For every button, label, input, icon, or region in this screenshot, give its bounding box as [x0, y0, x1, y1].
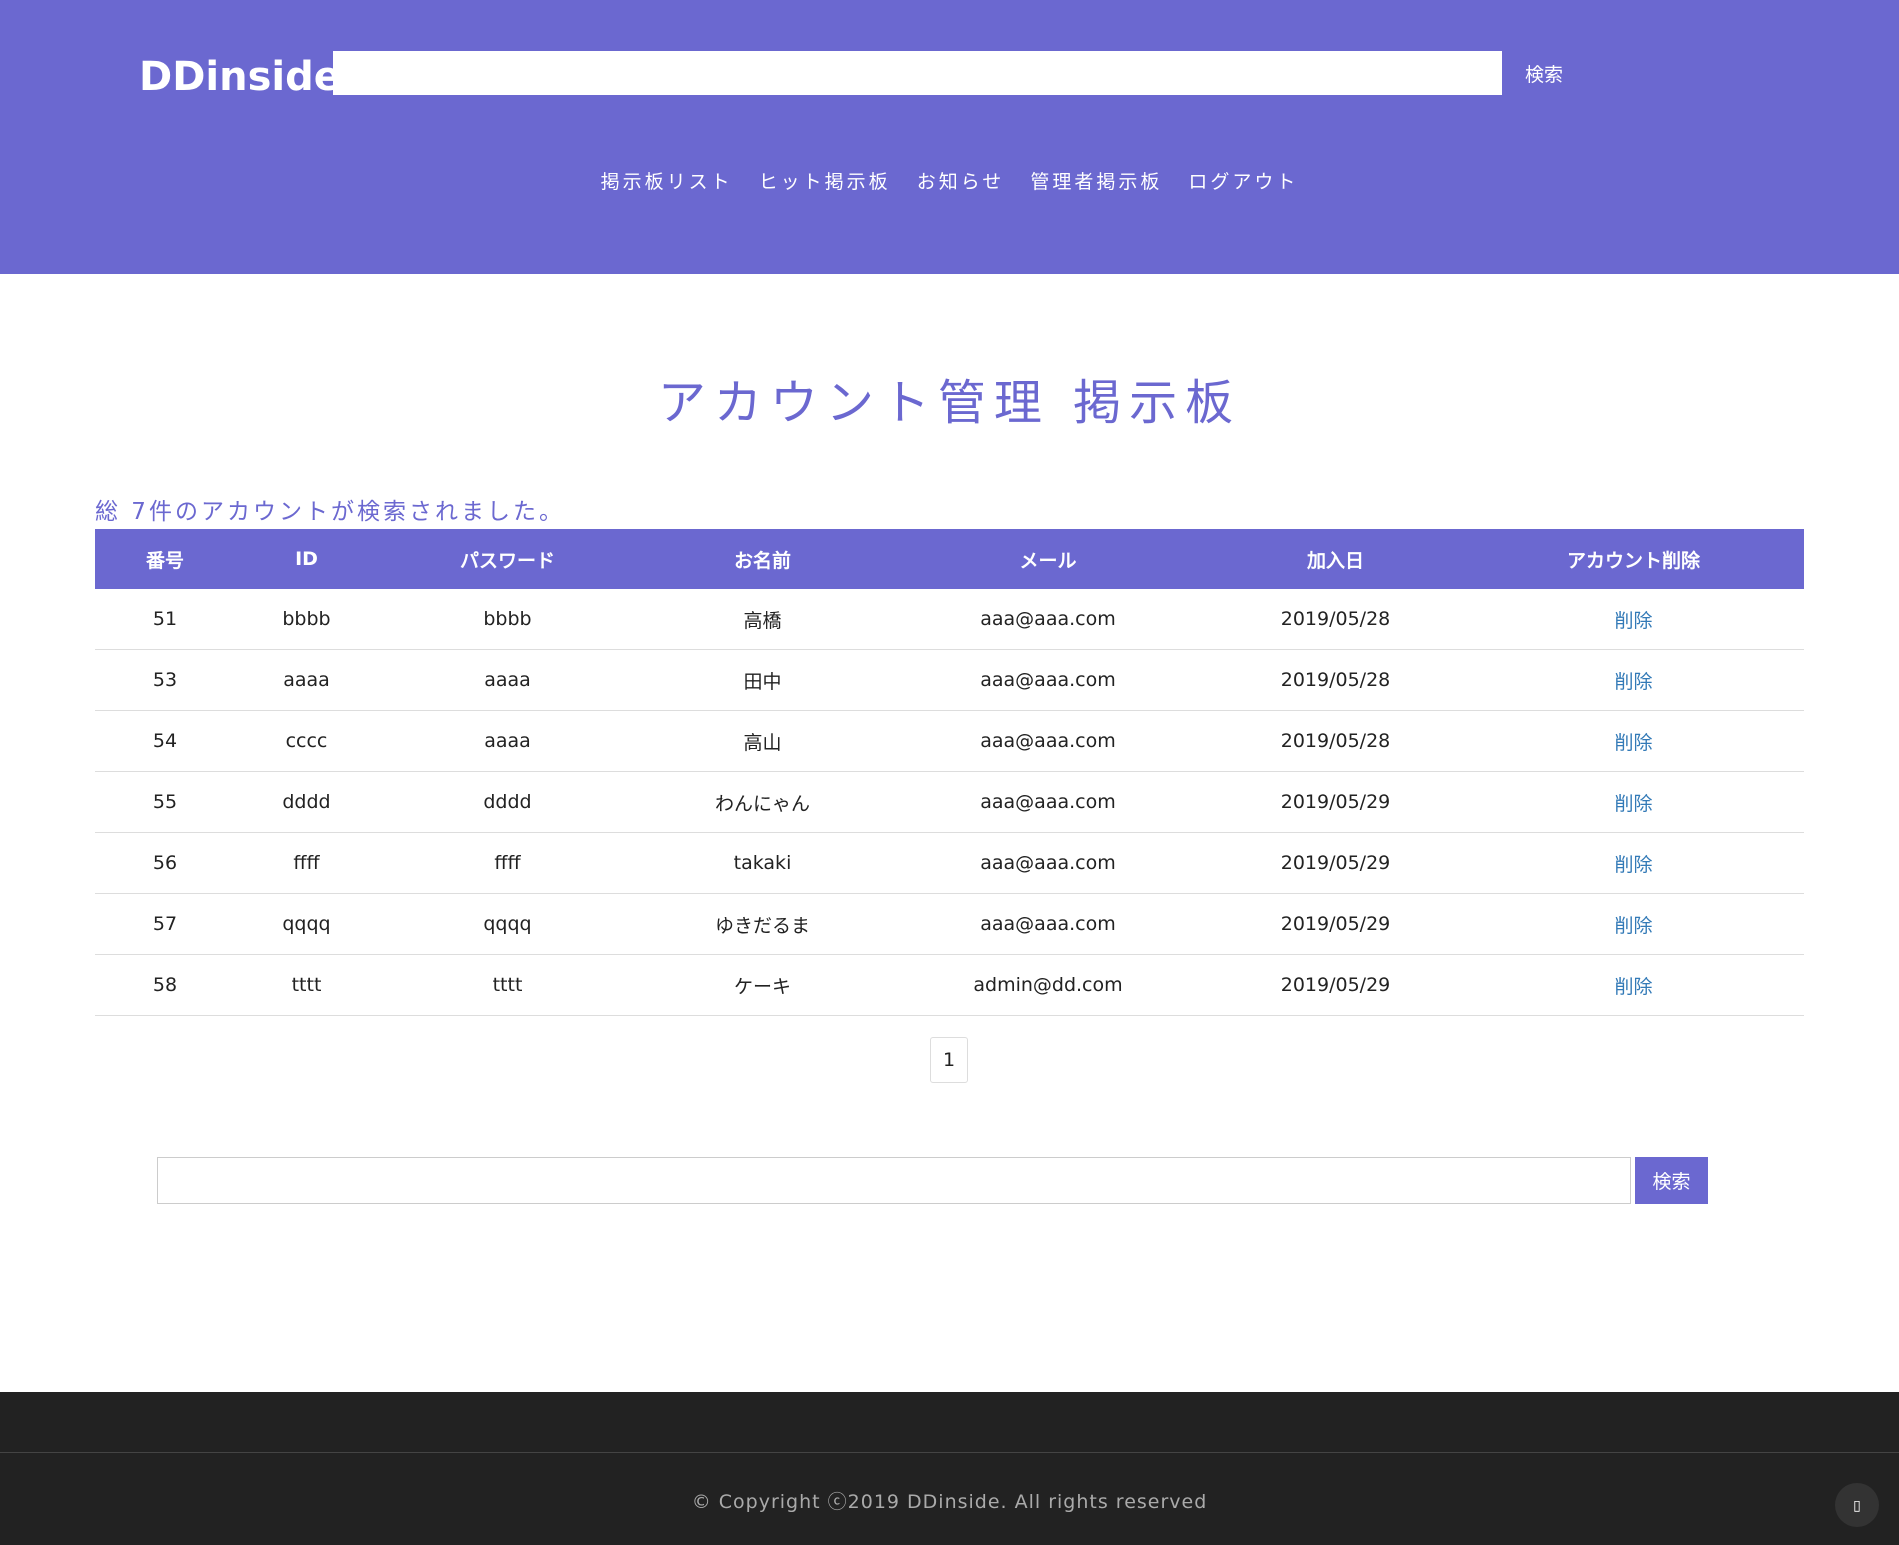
cell-email: aaa@aaa.com: [888, 649, 1208, 711]
cell-join-date: 2019/05/28: [1208, 710, 1463, 772]
cell-email: aaa@aaa.com: [888, 832, 1208, 894]
cell-password: qqqq: [378, 893, 637, 955]
cell-delete: 削除: [1463, 710, 1804, 772]
cell-password: tttt: [378, 954, 637, 1016]
bottom-search-input[interactable]: [157, 1157, 1631, 1204]
delete-link[interactable]: 削除: [1614, 793, 1652, 815]
cell-email: aaa@aaa.com: [888, 893, 1208, 955]
cell-id: dddd: [235, 771, 378, 833]
arrow-up-icon: ▯: [1853, 1497, 1861, 1513]
cell-delete: 削除: [1463, 954, 1804, 1016]
column-header-delete: アカウント削除: [1566, 549, 1700, 572]
cell-id: cccc: [235, 710, 378, 772]
cell-email: aaa@aaa.com: [888, 771, 1208, 833]
header: DDinside 検索 掲示板リスト ヒット掲示板 お知らせ 管理者掲示板 ログ…: [0, 0, 1899, 274]
cell-number: 54: [95, 710, 235, 772]
pagination-page-1[interactable]: 1: [930, 1037, 968, 1083]
scroll-top-button[interactable]: ▯: [1835, 1483, 1879, 1527]
cell-email: aaa@aaa.com: [888, 589, 1208, 650]
cell-delete: 削除: [1463, 832, 1804, 894]
cell-password: bbbb: [378, 589, 637, 650]
result-count: 総 7件のアカウントが検索されました。: [95, 499, 565, 525]
header-search-input[interactable]: [333, 51, 1502, 95]
nav-item: ヒット掲示板: [759, 166, 891, 198]
cell-name: ゆきだるま: [637, 893, 888, 955]
table-row: 54 cccc aaaa 高山 aaa@aaa.com 2019/05/28 削…: [95, 710, 1804, 772]
cell-name: わんにゃん: [637, 771, 888, 833]
cell-name: 高山: [637, 710, 888, 772]
table-header-row: 番号 ID パスワード お名前 メール 加入日 アカウント削除: [95, 529, 1804, 589]
page-title: アカウント管理 掲示板: [657, 375, 1242, 431]
cell-id: qqqq: [235, 893, 378, 955]
cell-email: aaa@aaa.com: [888, 710, 1208, 772]
site-logo[interactable]: DDinside: [139, 52, 341, 102]
column-header-email: メール: [1019, 549, 1077, 572]
footer-divider: [0, 1452, 1899, 1453]
cell-name: 高橋: [637, 589, 888, 650]
table-row: 51 bbbb bbbb 高橋 aaa@aaa.com 2019/05/28 削…: [95, 589, 1804, 650]
column-header-join-date: 加入日: [1306, 549, 1364, 572]
cell-join-date: 2019/05/29: [1208, 954, 1463, 1016]
cell-delete: 削除: [1463, 771, 1804, 833]
cell-delete: 削除: [1463, 893, 1804, 955]
accounts-table: 番号 ID パスワード お名前 メール 加入日 アカウント削除 51 bbbb …: [95, 529, 1804, 1016]
column-header-name: お名前: [733, 549, 791, 572]
table-row: 55 dddd dddd わんにゃん aaa@aaa.com 2019/05/2…: [95, 771, 1804, 833]
cell-join-date: 2019/05/29: [1208, 771, 1463, 833]
cell-join-date: 2019/05/28: [1208, 589, 1463, 650]
nav-hit-board[interactable]: ヒット掲示板: [759, 171, 891, 193]
cell-number: 53: [95, 649, 235, 711]
delete-link[interactable]: 削除: [1614, 854, 1652, 876]
cell-delete: 削除: [1463, 589, 1804, 650]
cell-join-date: 2019/05/28: [1208, 649, 1463, 711]
footer: © Copyright ⓒ2019 DDinside. All rights r…: [0, 1392, 1899, 1545]
cell-name: ケーキ: [637, 954, 888, 1016]
copyright-text: © Copyright ⓒ2019 DDinside. All rights r…: [691, 1491, 1208, 1513]
header-search-button[interactable]: 検索: [1502, 51, 1586, 95]
nav-logout[interactable]: ログアウト: [1188, 171, 1298, 193]
column-header-password: パスワード: [459, 549, 555, 572]
nav-item: ログアウト: [1188, 166, 1298, 198]
cell-number: 55: [95, 771, 235, 833]
cell-password: aaaa: [378, 649, 637, 711]
cell-id: aaaa: [235, 649, 378, 711]
cell-password: dddd: [378, 771, 637, 833]
table-row: 53 aaaa aaaa 田中 aaa@aaa.com 2019/05/28 削…: [95, 649, 1804, 711]
cell-number: 57: [95, 893, 235, 955]
column-header-number: 番号: [145, 549, 184, 572]
cell-id: ffff: [235, 832, 378, 894]
table-row: 57 qqqq qqqq ゆきだるま aaa@aaa.com 2019/05/2…: [95, 893, 1804, 955]
cell-id: tttt: [235, 954, 378, 1016]
table-row: 56 ffff ffff takaki aaa@aaa.com 2019/05/…: [95, 832, 1804, 894]
column-header-id: ID: [295, 548, 318, 570]
main-nav: 掲示板リスト ヒット掲示板 お知らせ 管理者掲示板 ログアウト: [0, 166, 1899, 198]
nav-item: お知らせ: [917, 166, 1005, 198]
cell-number: 51: [95, 589, 235, 650]
cell-email: admin@dd.com: [888, 954, 1208, 1016]
nav-item: 管理者掲示板: [1030, 166, 1162, 198]
nav-admin-board[interactable]: 管理者掲示板: [1030, 171, 1162, 193]
cell-password: ffff: [378, 832, 637, 894]
cell-number: 58: [95, 954, 235, 1016]
bottom-search-button[interactable]: 検索: [1635, 1157, 1708, 1204]
cell-name: takaki: [637, 832, 888, 894]
nav-board-list[interactable]: 掲示板リスト: [601, 171, 733, 193]
cell-password: aaaa: [378, 710, 637, 772]
cell-id: bbbb: [235, 589, 378, 650]
delete-link[interactable]: 削除: [1614, 732, 1652, 754]
delete-link[interactable]: 削除: [1614, 976, 1652, 998]
delete-link[interactable]: 削除: [1614, 671, 1652, 693]
table-row: 58 tttt tttt ケーキ admin@dd.com 2019/05/29…: [95, 954, 1804, 1016]
cell-number: 56: [95, 832, 235, 894]
cell-delete: 削除: [1463, 649, 1804, 711]
nav-item: 掲示板リスト: [601, 166, 733, 198]
cell-name: 田中: [637, 649, 888, 711]
cell-join-date: 2019/05/29: [1208, 893, 1463, 955]
cell-join-date: 2019/05/29: [1208, 832, 1463, 894]
delete-link[interactable]: 削除: [1614, 915, 1652, 937]
nav-notice[interactable]: お知らせ: [917, 171, 1005, 193]
delete-link[interactable]: 削除: [1614, 610, 1652, 632]
